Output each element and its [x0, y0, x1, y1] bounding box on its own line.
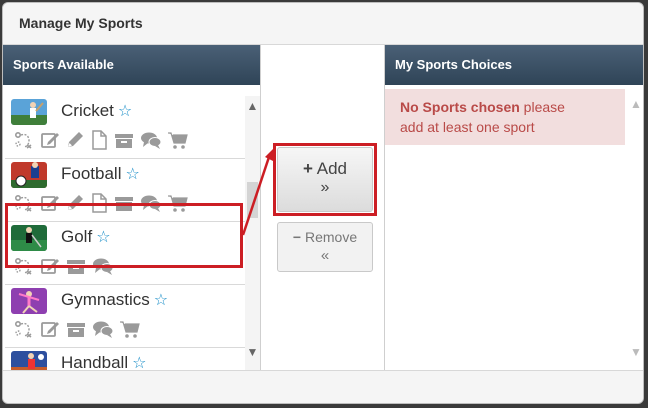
- dialog-footer: [3, 370, 643, 403]
- sports-available-header: Sports Available: [3, 45, 260, 85]
- favorite-star-icon[interactable]: ☆: [118, 103, 132, 120]
- scroll-down-icon[interactable]: ▼: [246, 346, 259, 358]
- scroll-up-icon[interactable]: ▲: [246, 100, 259, 112]
- manage-sports-dialog: Manage My Sports Sports Available Cricke…: [2, 2, 644, 404]
- plus-icon: +: [303, 159, 313, 178]
- favorite-star-icon[interactable]: ☆: [96, 229, 110, 246]
- favorite-star-icon[interactable]: ☆: [154, 292, 168, 309]
- gymnastics-thumbnail: [11, 288, 47, 314]
- archive-icon[interactable]: [113, 131, 140, 148]
- edit-icon[interactable]: [40, 131, 65, 148]
- whistle-icon[interactable]: [13, 194, 40, 212]
- sport-name: Cricket ☆: [61, 101, 133, 120]
- choices-scrollbar[interactable]: ▲ ▼: [628, 89, 643, 373]
- chat-icon[interactable]: [92, 257, 119, 275]
- chat-icon[interactable]: [140, 194, 167, 212]
- document-icon[interactable]: [90, 130, 113, 150]
- remove-button[interactable]: − Remove «: [277, 222, 373, 272]
- list-item-cricket[interactable]: Cricket ☆: [5, 96, 245, 159]
- scroll-down-icon[interactable]: ▼: [630, 345, 642, 359]
- whistle-icon[interactable]: [13, 320, 40, 338]
- archive-icon[interactable]: [113, 194, 140, 211]
- minus-icon: −: [292, 229, 302, 245]
- document-icon[interactable]: [90, 193, 113, 213]
- edit-icon[interactable]: [40, 320, 65, 337]
- add-label: Add: [316, 159, 347, 178]
- sport-name: Gymnastics ☆: [61, 290, 169, 309]
- no-sports-notice: No Sports chosen please add at least one…: [385, 89, 625, 145]
- football-thumbnail: [11, 162, 47, 188]
- double-left-arrow-icon: «: [320, 247, 330, 264]
- cart-icon[interactable]: [167, 131, 194, 149]
- dialog-body: Sports Available Cricket ☆ Football ☆ Go…: [3, 45, 643, 373]
- list-item-gymnastics[interactable]: Gymnastics ☆: [5, 285, 245, 348]
- sports-available-panel: Sports Available Cricket ☆ Football ☆ Go…: [3, 45, 261, 373]
- my-sports-choices-panel: My Sports Choices No Sports chosen pleas…: [384, 45, 643, 373]
- sports-available-list[interactable]: Cricket ☆ Football ☆ Golf ☆ Gymnastics ☆…: [5, 96, 245, 373]
- cart-icon[interactable]: [167, 194, 194, 212]
- scroll-up-icon[interactable]: ▲: [630, 97, 642, 111]
- list-item-golf[interactable]: Golf ☆: [5, 222, 245, 285]
- golf-thumbnail: [11, 225, 47, 251]
- my-sports-choices-header: My Sports Choices: [385, 45, 643, 85]
- whistle-icon[interactable]: [13, 257, 40, 275]
- archive-icon[interactable]: [65, 320, 92, 337]
- notice-text: please: [519, 99, 565, 115]
- chat-icon[interactable]: [140, 131, 167, 149]
- cricket-thumbnail: [11, 99, 47, 125]
- action-icons: [13, 130, 194, 150]
- favorite-star-icon[interactable]: ☆: [125, 166, 139, 183]
- add-button[interactable]: + Add »: [277, 147, 373, 212]
- sport-name: Golf ☆: [61, 227, 111, 246]
- whistle-icon[interactable]: [13, 131, 40, 149]
- edit-icon[interactable]: [40, 257, 65, 274]
- list-item-football[interactable]: Football ☆: [5, 159, 245, 222]
- sports-list-scrollbar[interactable]: ▲ ▼: [245, 96, 260, 373]
- pencil-icon[interactable]: [65, 194, 90, 211]
- action-icons: [13, 193, 194, 213]
- edit-icon[interactable]: [40, 194, 65, 211]
- double-right-arrow-icon: »: [320, 179, 330, 196]
- notice-line2: add at least one sport: [400, 119, 535, 135]
- pencil-icon[interactable]: [65, 131, 90, 148]
- archive-icon[interactable]: [65, 257, 92, 274]
- notice-bold-text: No Sports chosen: [400, 99, 520, 115]
- cart-icon[interactable]: [119, 320, 146, 338]
- action-icons: [13, 319, 146, 339]
- sport-name: Football ☆: [61, 164, 140, 183]
- chat-icon[interactable]: [92, 320, 119, 338]
- dialog-title: Manage My Sports: [3, 3, 643, 45]
- remove-label: Remove: [304, 229, 358, 245]
- scrollbar-thumb[interactable]: [247, 182, 258, 218]
- action-icons: [13, 256, 119, 276]
